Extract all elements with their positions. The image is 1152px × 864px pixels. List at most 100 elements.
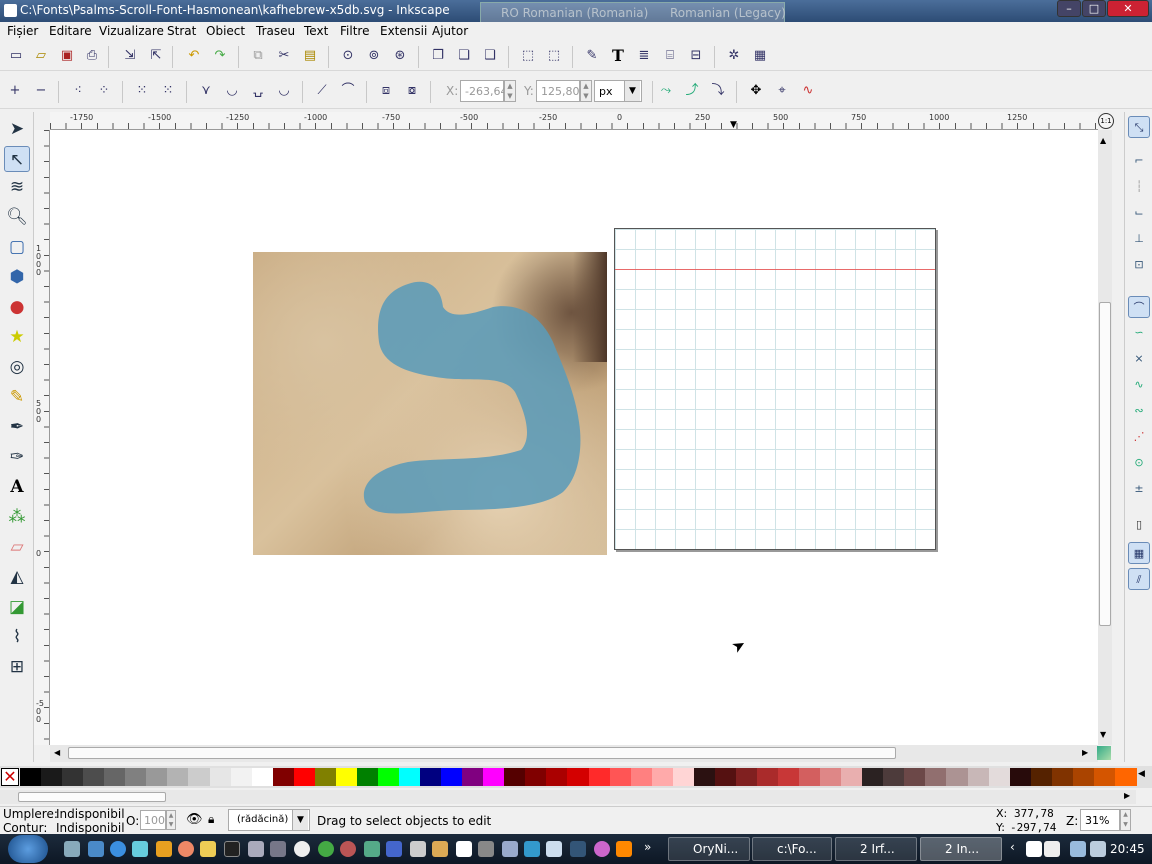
color-managed-view-icon[interactable]	[1097, 746, 1111, 760]
color-swatch[interactable]	[967, 768, 990, 786]
color-swatch[interactable]	[41, 768, 64, 786]
document-page[interactable]	[614, 228, 936, 550]
color-swatch[interactable]	[483, 768, 506, 786]
print-icon[interactable]: ⎙	[82, 46, 102, 66]
clone-icon[interactable]: ❏	[454, 46, 474, 66]
open-icon[interactable]: ▱	[31, 46, 51, 66]
color-swatch[interactable]	[104, 768, 127, 786]
cusp-node-icon[interactable]: ⋎	[196, 81, 216, 101]
paint-bucket-tool-icon[interactable]: ◭	[4, 564, 30, 590]
zoom-1-1-icon[interactable]: 1:1	[1098, 113, 1114, 129]
palette-scroll-right-icon[interactable]: ▶	[1124, 791, 1130, 800]
scroll-bitmap-image[interactable]	[253, 252, 607, 555]
show-desktop-icon[interactable]	[64, 841, 80, 857]
eraser-tool-icon[interactable]: ▱	[4, 534, 30, 560]
no-paint-swatch[interactable]: ✕	[1, 768, 19, 786]
tray-icon[interactable]	[1044, 841, 1060, 857]
color-swatch[interactable]	[630, 768, 653, 786]
snap-grids-icon[interactable]: ▦	[1128, 542, 1150, 564]
color-swatch[interactable]	[1093, 768, 1116, 786]
calligraphy-tool-icon[interactable]: ✑	[4, 444, 30, 470]
more-icons-chevron-icon[interactable]: »	[644, 840, 651, 854]
kaf-glyph-shape[interactable]	[253, 252, 607, 555]
next-path-effect-icon[interactable]: ⤳	[656, 81, 676, 101]
smooth-node-icon[interactable]: ◡	[222, 81, 242, 101]
menu-filters[interactable]: Filtre	[340, 24, 369, 38]
taskbar-item-oryni[interactable]: OryNi...	[668, 837, 750, 861]
snap-page-border-icon[interactable]: ▯	[1128, 514, 1150, 536]
chevron-down-icon[interactable]: ▼	[292, 810, 308, 830]
volume-icon[interactable]	[1090, 841, 1106, 857]
chevron-down-icon[interactable]: ▼	[624, 81, 640, 101]
color-swatch[interactable]	[841, 768, 864, 786]
spiral-tool-icon[interactable]: ◎	[4, 354, 30, 380]
start-button[interactable]	[8, 835, 48, 863]
chrome-icon[interactable]	[318, 841, 334, 857]
app-icon[interactable]	[364, 841, 380, 857]
color-swatch[interactable]	[672, 768, 695, 786]
rectangle-tool-icon[interactable]: ▢	[4, 234, 30, 260]
color-swatch[interactable]	[588, 768, 611, 786]
zoom-selection-icon[interactable]: ⊙	[338, 46, 358, 66]
new-document-icon[interactable]: ▭	[6, 46, 26, 66]
node-tool-icon[interactable]: ↖	[4, 146, 30, 172]
color-swatch[interactable]	[335, 768, 358, 786]
fill-indicator[interactable]: Indisponibil	[56, 807, 125, 821]
color-swatch[interactable]	[293, 768, 316, 786]
color-swatch[interactable]	[399, 768, 422, 786]
document-properties-icon[interactable]: ▦	[750, 46, 770, 66]
palette-scroll-thumb[interactable]	[18, 792, 166, 802]
snap-guides-icon[interactable]: ⫽	[1128, 568, 1150, 590]
snap-bbox-midpoints-icon[interactable]: ⊥	[1128, 228, 1150, 250]
delete-segment-icon[interactable]: ⁙	[158, 81, 178, 101]
zoom-field[interactable]: 31%	[1080, 809, 1120, 831]
stroke-indicator[interactable]: Indisponibil	[56, 821, 125, 835]
app-icon[interactable]	[340, 841, 356, 857]
xml-editor-icon[interactable]: ⌸	[660, 46, 680, 66]
segment-curve-icon[interactable]: ⌒	[338, 81, 358, 101]
snap-bbox-edges-icon[interactable]: ┆	[1128, 176, 1150, 198]
media-player-icon[interactable]	[156, 841, 172, 857]
menu-layer[interactable]: Strat	[167, 24, 196, 38]
network-icon[interactable]	[1070, 841, 1086, 857]
color-swatch[interactable]	[778, 768, 801, 786]
app-icon[interactable]	[524, 841, 540, 857]
text-tool-icon[interactable]: A	[4, 474, 30, 500]
php-icon[interactable]	[270, 841, 286, 857]
color-swatch[interactable]	[83, 768, 106, 786]
snap-rotation-center-icon[interactable]: ±	[1128, 478, 1150, 500]
color-swatch[interactable]	[1009, 768, 1032, 786]
horizontal-scroll-thumb[interactable]	[68, 747, 896, 759]
color-swatch[interactable]	[1114, 768, 1137, 786]
color-swatch[interactable]	[420, 768, 443, 786]
inkscape-icon[interactable]	[456, 841, 472, 857]
scroll-down-arrow-icon[interactable]: ▼	[1100, 730, 1106, 739]
pen-tool-icon[interactable]: ✒	[4, 414, 30, 440]
folder-icon[interactable]	[200, 841, 216, 857]
app-icon[interactable]	[594, 841, 610, 857]
color-swatch[interactable]	[377, 768, 400, 786]
layers-icon[interactable]: ≣	[634, 46, 654, 66]
menu-help[interactable]: Ajutor	[432, 24, 468, 38]
menu-object[interactable]: Obiect	[206, 24, 245, 38]
dropper-tool-icon[interactable]: ⌇	[4, 624, 30, 650]
color-swatch[interactable]	[504, 768, 527, 786]
color-swatch[interactable]	[799, 768, 822, 786]
app-icon[interactable]	[386, 841, 402, 857]
show-transform-handles-icon[interactable]: ✥	[746, 81, 766, 101]
clippath-edit-icon[interactable]: ⤴	[682, 81, 702, 101]
join-nodes-icon[interactable]: ⁖	[68, 81, 88, 101]
scroll-right-arrow-icon[interactable]: ▶	[1082, 748, 1088, 757]
snap-paths-icon[interactable]: ∽	[1128, 322, 1150, 344]
snap-smooth-nodes-icon[interactable]: ∾	[1128, 400, 1150, 422]
firefox-icon[interactable]	[178, 841, 194, 857]
object-to-path-icon[interactable]: ⧈	[376, 81, 396, 101]
color-swatch[interactable]	[314, 768, 337, 786]
text-font-icon[interactable]: T	[608, 46, 628, 66]
app-icon[interactable]	[432, 841, 448, 857]
app-icon[interactable]	[410, 841, 426, 857]
taskbar-item-fonts-folder[interactable]: c:\Fo...	[752, 837, 832, 861]
vertical-scrollbar[interactable]: ▲ ▼	[1098, 130, 1112, 745]
snap-bbox-icon[interactable]: ⌐	[1128, 150, 1150, 172]
insert-node-icon[interactable]: +	[5, 81, 25, 101]
